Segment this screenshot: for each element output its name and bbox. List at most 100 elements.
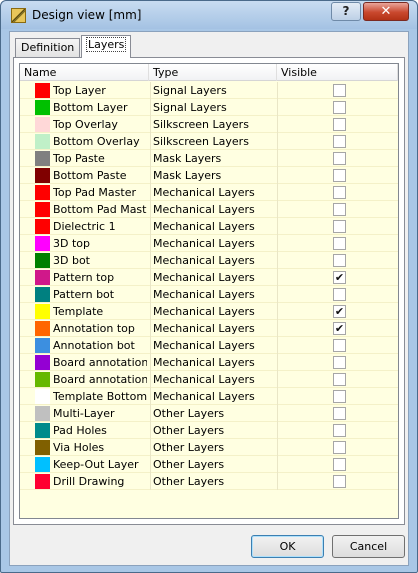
layer-row[interactable]: Bottom Layer Signal Layers	[20, 99, 398, 116]
visible-checkbox[interactable]	[333, 254, 346, 267]
layer-color-swatch[interactable]	[35, 83, 50, 98]
visible-checkbox[interactable]	[333, 288, 346, 301]
layer-row[interactable]: Board annotation Mechanical Layers	[20, 371, 398, 388]
visible-checkbox[interactable]	[333, 441, 346, 454]
layer-color-swatch[interactable]	[35, 423, 50, 438]
layer-color-swatch[interactable]	[35, 202, 50, 217]
visible-checkbox[interactable]: ✔	[333, 271, 346, 284]
column-header-visible[interactable]: Visible	[277, 64, 398, 81]
checkmark-icon: ✔	[334, 322, 345, 335]
layer-color-swatch[interactable]	[35, 236, 50, 251]
layer-color-swatch[interactable]	[35, 219, 50, 234]
visible-checkbox[interactable]: ✔	[333, 322, 346, 335]
visible-checkbox[interactable]	[333, 203, 346, 216]
layer-color-swatch[interactable]	[35, 406, 50, 421]
tab-definition[interactable]: Definition	[15, 38, 81, 57]
layer-type: Other Layers	[150, 473, 276, 490]
layer-name: Top Pad Master	[53, 186, 136, 199]
visible-checkbox[interactable]	[333, 169, 346, 182]
tab-layers[interactable]: Layers	[81, 35, 132, 58]
layer-type: Other Layers	[150, 422, 276, 439]
layer-color-swatch[interactable]	[35, 304, 50, 319]
design-view-dialog: Design view [mm] ? ✕ Definition Layers N…	[0, 0, 418, 573]
layer-color-swatch[interactable]	[35, 338, 50, 353]
layer-color-swatch[interactable]	[35, 321, 50, 336]
visible-checkbox[interactable]	[333, 475, 346, 488]
layer-name: Annotation bot	[53, 339, 135, 352]
layer-color-swatch[interactable]	[35, 372, 50, 387]
layer-row[interactable]: Pattern top Mechanical Layers ✔	[20, 269, 398, 286]
layer-color-swatch[interactable]	[35, 185, 50, 200]
layer-row[interactable]: Dielectric 1 Mechanical Layers	[20, 218, 398, 235]
checkmark-icon: ✔	[334, 305, 345, 318]
layer-color-swatch[interactable]	[35, 100, 50, 115]
layer-type: Other Layers	[150, 456, 276, 473]
visible-checkbox[interactable]: ✔	[333, 305, 346, 318]
layer-row[interactable]: 3D top Mechanical Layers	[20, 235, 398, 252]
layer-row[interactable]: Top Overlay Silkscreen Layers	[20, 116, 398, 133]
close-button[interactable]: ✕	[363, 2, 409, 21]
visible-checkbox[interactable]	[333, 84, 346, 97]
layer-color-swatch[interactable]	[35, 287, 50, 302]
layer-row[interactable]: Board annotation Mechanical Layers	[20, 354, 398, 371]
help-button[interactable]: ?	[331, 2, 361, 21]
layer-color-swatch[interactable]	[35, 270, 50, 285]
visible-checkbox[interactable]	[333, 390, 346, 403]
layer-row[interactable]: Template Bottom Mechanical Layers	[20, 388, 398, 405]
layer-row[interactable]: Bottom Pad MasterMechanical Layers	[20, 201, 398, 218]
column-header-name[interactable]: Name	[20, 64, 149, 81]
layer-row[interactable]: Pad Holes Other Layers	[20, 422, 398, 439]
visible-checkbox[interactable]	[333, 152, 346, 165]
layer-row[interactable]: Keep-Out Layer Other Layers	[20, 456, 398, 473]
layer-row[interactable]: Annotation bot Mechanical Layers	[20, 337, 398, 354]
visible-checkbox[interactable]	[333, 407, 346, 420]
visible-checkbox[interactable]	[333, 339, 346, 352]
layer-row[interactable]: Template Mechanical Layers ✔	[20, 303, 398, 320]
layer-color-swatch[interactable]	[35, 151, 50, 166]
layer-color-swatch[interactable]	[35, 168, 50, 183]
layers-grid[interactable]: Name Type Visible Top Layer Signal Layers…	[19, 63, 399, 519]
visible-checkbox[interactable]	[333, 356, 346, 369]
layer-row[interactable]: 3D bot Mechanical Layers	[20, 252, 398, 269]
visible-checkbox[interactable]	[333, 118, 346, 131]
visible-checkbox[interactable]	[333, 220, 346, 233]
visible-checkbox[interactable]	[333, 237, 346, 250]
cancel-button[interactable]: Cancel	[332, 535, 405, 558]
layer-row[interactable]: Top Layer Signal Layers	[20, 82, 398, 99]
layer-name: Keep-Out Layer	[53, 458, 139, 471]
layer-color-swatch[interactable]	[35, 117, 50, 132]
layer-row[interactable]: Top Paste Mask Layers	[20, 150, 398, 167]
layer-row[interactable]: Bottom Overlay Silkscreen Layers	[20, 133, 398, 150]
layer-row[interactable]: Pattern bot Mechanical Layers	[20, 286, 398, 303]
column-header-type[interactable]: Type	[149, 64, 277, 81]
dialog-body: Definition Layers Name Type Visible Top …	[9, 31, 409, 566]
layer-row[interactable]: Drill Drawing Other Layers	[20, 473, 398, 490]
layer-row[interactable]: Multi-Layer Other Layers	[20, 405, 398, 422]
layer-name: Dielectric 1	[53, 220, 116, 233]
layer-row[interactable]: Annotation top Mechanical Layers ✔	[20, 320, 398, 337]
layer-row[interactable]: Bottom Paste Mask Layers	[20, 167, 398, 184]
layer-row[interactable]: Top Pad Master Mechanical Layers	[20, 184, 398, 201]
layer-name: Via Holes	[53, 441, 105, 454]
visible-checkbox[interactable]	[333, 135, 346, 148]
layer-row[interactable]: Via Holes Other Layers	[20, 439, 398, 456]
layer-color-swatch[interactable]	[35, 457, 50, 472]
layer-color-swatch[interactable]	[35, 389, 50, 404]
ok-button[interactable]: OK	[251, 535, 324, 558]
title-bar[interactable]: Design view [mm] ? ✕	[1, 1, 417, 29]
layer-color-swatch[interactable]	[35, 253, 50, 268]
visible-checkbox[interactable]	[333, 424, 346, 437]
layer-name: 3D bot	[53, 254, 90, 267]
layer-type: Mechanical Layers	[150, 201, 276, 218]
visible-checkbox[interactable]	[333, 101, 346, 114]
layer-type: Mechanical Layers	[150, 371, 276, 388]
visible-checkbox[interactable]	[333, 186, 346, 199]
layer-color-swatch[interactable]	[35, 474, 50, 489]
layer-color-swatch[interactable]	[35, 355, 50, 370]
layer-color-swatch[interactable]	[35, 134, 50, 149]
visible-checkbox[interactable]	[333, 458, 346, 471]
layer-type: Other Layers	[150, 405, 276, 422]
layer-type: Mask Layers	[150, 150, 276, 167]
visible-checkbox[interactable]	[333, 373, 346, 386]
layer-color-swatch[interactable]	[35, 440, 50, 455]
